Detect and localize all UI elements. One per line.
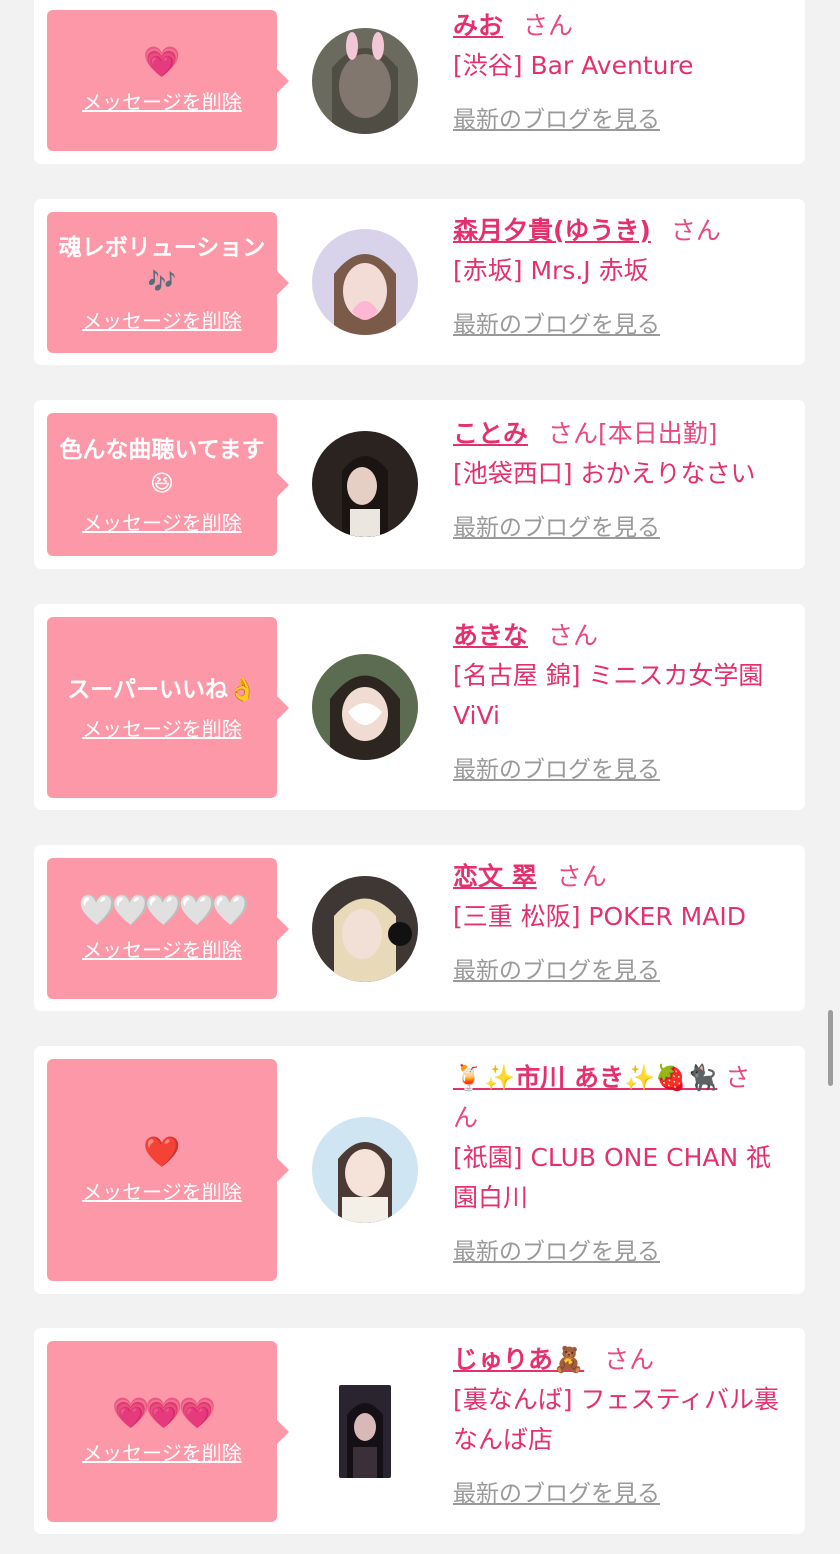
- delete-message-link[interactable]: メッセージを削除: [82, 713, 242, 742]
- avatar[interactable]: [312, 876, 418, 982]
- delete-message-link[interactable]: メッセージを削除: [82, 934, 242, 963]
- honorific: さん: [548, 419, 599, 448]
- list-item: スーパーいいね👌 メッセージを削除 あきな さん [名古屋 錦] ミニスカ女学園V…: [34, 604, 805, 810]
- message-text: 💗💗💗: [111, 1396, 216, 1431]
- message-bubble: ❤️ メッセージを削除: [47, 1059, 289, 1281]
- message-bubble: スーパーいいね👌 メッセージを削除: [47, 617, 289, 798]
- avatar[interactable]: [339, 1385, 391, 1478]
- latest-blog-link[interactable]: 最新のブログを見る: [453, 305, 660, 339]
- list-item: ❤️ メッセージを削除 🍹✨市川 あき✨🍓🐈‍⬛ さん [祇園] CLUB ON…: [34, 1046, 805, 1294]
- shop-name: [名古屋 錦] ミニスカ女学園ViVi: [453, 661, 764, 730]
- delete-message-link[interactable]: メッセージを削除: [82, 1176, 242, 1205]
- honorific: さん: [556, 862, 607, 891]
- avatar[interactable]: [312, 1117, 418, 1223]
- shop-name: [裏なんば] フェスティバル裏なんば店: [453, 1385, 779, 1454]
- list-item: 魂レボリューション🎶 メッセージを削除 森月夕貴(ゆうき) さん [赤坂] Mrs…: [34, 199, 805, 365]
- cast-name-link[interactable]: じゅりあ🧸: [453, 1345, 584, 1374]
- message-bubble: 色んな曲聴いてます😆 メッセージを削除: [47, 413, 289, 556]
- latest-blog-link[interactable]: 最新のブログを見る: [453, 1474, 660, 1508]
- delete-message-link[interactable]: メッセージを削除: [82, 1437, 242, 1466]
- avatar[interactable]: [312, 229, 418, 335]
- info: ことみ さん[本日出勤] [池袋西口] おかえりなさい 最新のブログを見る: [453, 414, 795, 542]
- avatar[interactable]: [312, 28, 418, 134]
- shop-name: [祇園] CLUB ONE CHAN 祇園白川: [453, 1143, 772, 1212]
- delete-message-link[interactable]: メッセージを削除: [82, 86, 242, 115]
- avatar[interactable]: [312, 431, 418, 537]
- shop-name: [池袋西口] おかえりなさい: [453, 459, 756, 488]
- delete-message-link[interactable]: メッセージを削除: [82, 507, 242, 536]
- status-text: [本日出勤]: [598, 419, 718, 448]
- honorific: さん: [523, 11, 574, 40]
- latest-blog-link[interactable]: 最新のブログを見る: [453, 100, 660, 134]
- message-text: ❤️: [143, 1134, 181, 1170]
- shop-name: [渋谷] Bar Aventure: [453, 51, 694, 80]
- list-item: 色んな曲聴いてます😆 メッセージを削除 ことみ さん[本日出勤] [池袋西口] お…: [34, 400, 805, 569]
- shop-name: [三重 松阪] POKER MAID: [453, 902, 746, 931]
- message-bubble: 💗 メッセージを削除: [47, 10, 289, 151]
- message-text: 🤍🤍🤍🤍🤍: [78, 893, 250, 928]
- honorific: さん: [548, 621, 599, 650]
- info: じゅりあ🧸 さん [裏なんば] フェスティバル裏なんば店 最新のブログを見る: [453, 1340, 795, 1508]
- shop-name: [赤坂] Mrs.J 赤坂: [453, 256, 649, 285]
- scrollbar[interactable]: [828, 1010, 833, 1086]
- latest-blog-link[interactable]: 最新のブログを見る: [453, 750, 660, 784]
- delete-message-link[interactable]: メッセージを削除: [82, 305, 242, 334]
- cast-name-link[interactable]: あきな: [453, 621, 528, 650]
- info: 🍹✨市川 あき✨🍓🐈‍⬛ さん [祇園] CLUB ONE CHAN 祇園白川 …: [453, 1058, 795, 1266]
- message-bubble: 💗💗💗 メッセージを削除: [47, 1341, 289, 1522]
- cast-name-link[interactable]: 森月夕貴(ゆうき): [453, 216, 651, 245]
- cast-name-link[interactable]: みお: [453, 11, 503, 40]
- latest-blog-link[interactable]: 最新のブログを見る: [453, 951, 660, 985]
- cast-name-link[interactable]: 恋文 翠: [453, 862, 537, 891]
- cast-name-link[interactable]: ことみ: [453, 419, 528, 448]
- message-bubble: 魂レボリューション🎶 メッセージを削除: [47, 212, 289, 353]
- message-bubble: 🤍🤍🤍🤍🤍 メッセージを削除: [47, 858, 289, 999]
- info: 恋文 翠さん [三重 松阪] POKER MAID 最新のブログを見る: [453, 857, 795, 985]
- info: あきな さん [名古屋 錦] ミニスカ女学園ViVi 最新のブログを見る: [453, 616, 795, 784]
- cast-name-link[interactable]: 🍹✨市川 あき✨🍓🐈‍⬛: [453, 1063, 717, 1092]
- latest-blog-link[interactable]: 最新のブログを見る: [453, 508, 660, 542]
- avatar[interactable]: [312, 654, 418, 760]
- info: みお さん [渋谷] Bar Aventure 最新のブログを見る: [453, 6, 795, 134]
- message-text: 💗: [143, 45, 181, 80]
- message-text: 魂レボリューション🎶: [58, 235, 266, 295]
- latest-blog-link[interactable]: 最新のブログを見る: [453, 1232, 660, 1266]
- list-item: 💗 メッセージを削除 みお さん [渋谷] Bar Aventure 最新のブログ…: [34, 0, 805, 164]
- list-item: 💗💗💗 メッセージを削除 じゅりあ🧸 さん [裏なんば] フェスティバル裏なんば店…: [34, 1328, 805, 1534]
- list-item: 🤍🤍🤍🤍🤍 メッセージを削除 恋文 翠さん [三重 松阪] POKER MAID…: [34, 845, 805, 1011]
- honorific: さん: [604, 1345, 655, 1374]
- honorific: さん: [670, 216, 721, 245]
- info: 森月夕貴(ゆうき) さん [赤坂] Mrs.J 赤坂 最新のブログを見る: [453, 211, 795, 339]
- message-text: 色んな曲聴いてます😆: [59, 437, 265, 497]
- message-text: スーパーいいね👌: [67, 677, 257, 703]
